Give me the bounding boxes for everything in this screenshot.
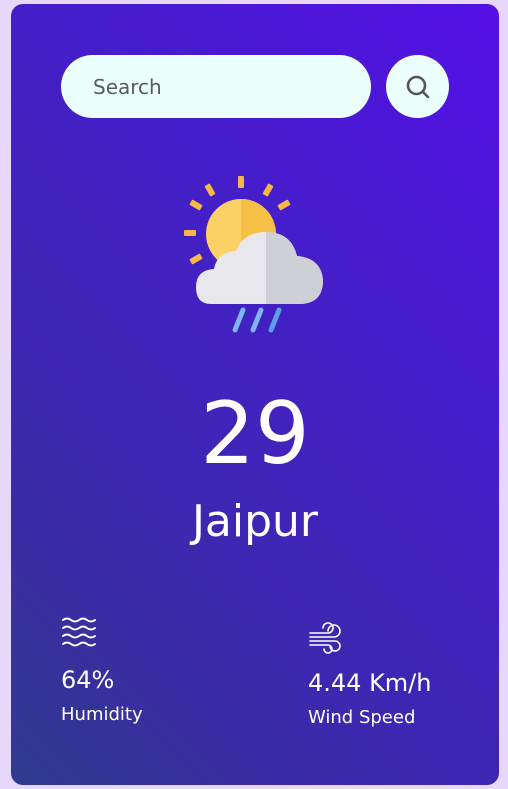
city-name: Jaipur — [191, 496, 319, 547]
search-button[interactable] — [386, 55, 449, 118]
wind-icon — [309, 622, 341, 654]
search-input[interactable] — [61, 55, 371, 118]
wind-value: 4.44 Km/h — [308, 669, 432, 697]
sun-cloud-rain-icon — [184, 176, 323, 333]
humidity-value: 64% — [61, 666, 115, 694]
temperature: 29 — [200, 384, 310, 484]
weather-card: 29 Jaipur 64% Humidity 4.44 Km/h Wind Sp… — [11, 4, 499, 785]
wind-label: Wind Speed — [308, 707, 416, 728]
humidity-label: Humidity — [61, 704, 143, 725]
waves-icon — [62, 617, 96, 647]
wind-detail: 4.44 Km/h Wind Speed — [308, 621, 431, 731]
humidity-detail: 64% Humidity — [61, 616, 143, 728]
search-icon — [406, 75, 429, 98]
